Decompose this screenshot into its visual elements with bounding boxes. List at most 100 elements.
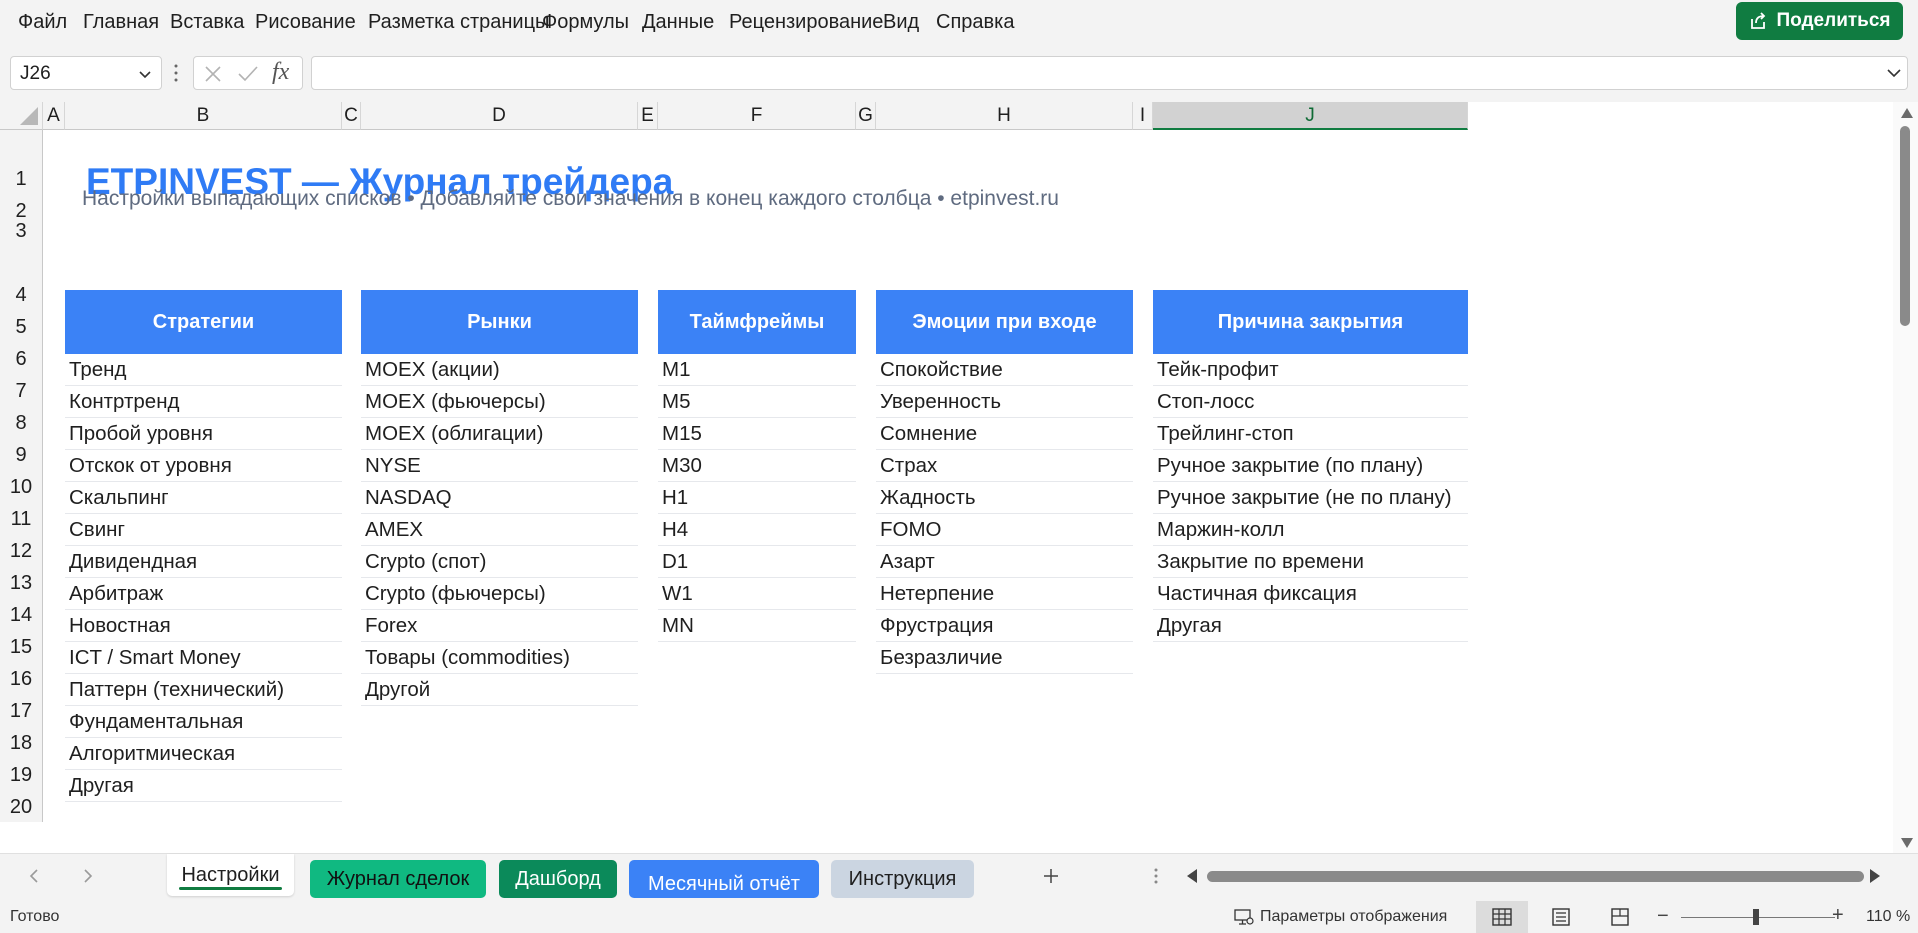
table-cell[interactable]: Арбитраж bbox=[65, 578, 342, 610]
select-all-corner[interactable] bbox=[0, 102, 43, 130]
menu-home[interactable]: Главная bbox=[83, 10, 159, 34]
check-icon[interactable] bbox=[236, 63, 260, 85]
next-sheet-icon[interactable] bbox=[78, 866, 98, 886]
table-cell[interactable]: MOEX (фьючерсы) bbox=[361, 386, 638, 418]
table-cell[interactable]: Страх bbox=[876, 450, 1133, 482]
table-cell[interactable]: Маржин-колл bbox=[1153, 514, 1468, 546]
column-header-g[interactable]: G bbox=[856, 102, 876, 130]
menu-help[interactable]: Справка bbox=[936, 10, 1014, 34]
page-layout-view-button[interactable] bbox=[1535, 901, 1587, 933]
table-header[interactable]: Стратегии bbox=[65, 290, 342, 354]
table-cell[interactable]: Фрустрация bbox=[876, 610, 1133, 642]
row-header[interactable]: 11 bbox=[0, 502, 43, 534]
table-cell[interactable]: Пробой уровня bbox=[65, 418, 342, 450]
row-header[interactable]: 3 bbox=[0, 220, 43, 246]
table-cell[interactable]: Спокойствие bbox=[876, 354, 1133, 386]
zoom-slider-thumb[interactable] bbox=[1753, 909, 1759, 925]
menu-data[interactable]: Данные bbox=[642, 10, 714, 34]
menu-view[interactable]: Вид bbox=[883, 10, 919, 34]
row-header[interactable]: 14 bbox=[0, 598, 43, 630]
table-cell[interactable]: Отскок от уровня bbox=[65, 450, 342, 482]
table-cell[interactable]: Контртренд bbox=[65, 386, 342, 418]
table-cell[interactable]: Тейк-профит bbox=[1153, 354, 1468, 386]
horizontal-scroll-thumb[interactable] bbox=[1207, 871, 1864, 882]
menu-draw[interactable]: Рисование bbox=[255, 10, 356, 34]
menu-page-layout[interactable]: Разметка страницы bbox=[368, 10, 549, 34]
row-header[interactable]: 6 bbox=[0, 342, 43, 374]
add-sheet-icon[interactable] bbox=[1041, 866, 1061, 886]
table-cell[interactable]: Другой bbox=[361, 674, 638, 706]
tab-trade-journal[interactable]: Журнал сделок bbox=[310, 860, 486, 898]
table-cell[interactable]: Частичная фиксация bbox=[1153, 578, 1468, 610]
tab-monthly-report[interactable]: Месячный отчёт bbox=[629, 860, 819, 898]
vertical-scrollbar[interactable] bbox=[1893, 102, 1918, 853]
table-cell[interactable]: Безразличие bbox=[876, 642, 1133, 674]
table-cell[interactable]: H4 bbox=[658, 514, 856, 546]
table-cell[interactable]: Сомнение bbox=[876, 418, 1133, 450]
menu-file[interactable]: Файл bbox=[18, 10, 67, 34]
menu-formulas[interactable]: Формулы bbox=[542, 10, 629, 34]
row-header[interactable]: 20 bbox=[0, 790, 43, 822]
table-cell[interactable]: NASDAQ bbox=[361, 482, 638, 514]
table-cell[interactable]: Другая bbox=[65, 770, 342, 802]
row-header[interactable]: 12 bbox=[0, 534, 43, 566]
row-header[interactable]: 18 bbox=[0, 726, 43, 758]
table-cell[interactable]: Алгоритмическая bbox=[65, 738, 342, 770]
table-header[interactable]: Рынки bbox=[361, 290, 638, 354]
table-cell[interactable]: Ручное закрытие (по плану) bbox=[1153, 450, 1468, 482]
row-header[interactable]: 5 bbox=[0, 310, 43, 342]
table-cell[interactable]: Свинг bbox=[65, 514, 342, 546]
table-cell[interactable]: Паттерн (технический) bbox=[65, 674, 342, 706]
menu-review[interactable]: Рецензирование bbox=[729, 10, 883, 34]
column-header-b[interactable]: B bbox=[65, 102, 342, 130]
table-cell[interactable]: Фундаментальная bbox=[65, 706, 342, 738]
table-cell[interactable]: M30 bbox=[658, 450, 856, 482]
table-cell[interactable]: Жадность bbox=[876, 482, 1133, 514]
column-header-a[interactable]: A bbox=[43, 102, 65, 130]
page-break-view-button[interactable] bbox=[1594, 901, 1646, 933]
row-header[interactable]: 4 bbox=[0, 246, 43, 310]
display-settings-button[interactable]: Параметры отображения bbox=[1234, 907, 1447, 927]
scroll-down-icon[interactable] bbox=[1901, 838, 1913, 848]
insert-function-icon[interactable]: fx bbox=[272, 59, 289, 86]
row-header[interactable]: 19 bbox=[0, 758, 43, 790]
row-header[interactable]: 7 bbox=[0, 374, 43, 406]
table-cell[interactable]: Трейлинг-стоп bbox=[1153, 418, 1468, 450]
row-header[interactable]: 9 bbox=[0, 438, 43, 470]
page-subtitle[interactable]: Настройки выпадающих списков • Добавляйт… bbox=[82, 187, 1059, 211]
table-header[interactable]: Причина закрытия bbox=[1153, 290, 1468, 354]
table-cell[interactable]: W1 bbox=[658, 578, 856, 610]
table-cell[interactable]: Скальпинг bbox=[65, 482, 342, 514]
row-header[interactable]: 16 bbox=[0, 662, 43, 694]
table-cell[interactable]: Crypto (фьючерсы) bbox=[361, 578, 638, 610]
column-header-j[interactable]: J bbox=[1153, 102, 1468, 130]
table-cell[interactable]: D1 bbox=[658, 546, 856, 578]
row-header[interactable]: 8 bbox=[0, 406, 43, 438]
table-header[interactable]: Таймфреймы bbox=[658, 290, 856, 354]
tab-instructions[interactable]: Инструкция bbox=[831, 860, 974, 898]
table-cell[interactable]: Нетерпение bbox=[876, 578, 1133, 610]
name-box[interactable]: J26 bbox=[10, 56, 162, 90]
scroll-left-icon[interactable] bbox=[1187, 869, 1197, 883]
share-button[interactable]: Поделиться bbox=[1736, 2, 1903, 40]
column-header-e[interactable]: E bbox=[638, 102, 658, 130]
table-cell[interactable]: Forex bbox=[361, 610, 638, 642]
tab-dashboard[interactable]: Дашборд bbox=[499, 860, 617, 898]
formula-input[interactable] bbox=[311, 56, 1908, 90]
row-header[interactable]: 1 bbox=[0, 130, 43, 194]
table-cell[interactable]: Дивидендная bbox=[65, 546, 342, 578]
zoom-level[interactable]: 110 % bbox=[1866, 908, 1910, 926]
table-cell[interactable]: M1 bbox=[658, 354, 856, 386]
table-cell[interactable]: NYSE bbox=[361, 450, 638, 482]
table-header[interactable]: Эмоции при входе bbox=[876, 290, 1133, 354]
column-header-i[interactable]: I bbox=[1133, 102, 1153, 130]
spreadsheet-grid[interactable]: A B C D E F G H I J 1 2 3 4 5 6 7 8 9 10 11 12 13 14 1… bbox=[0, 102, 1918, 853]
scroll-right-icon[interactable] bbox=[1870, 869, 1880, 883]
table-cell[interactable]: MN bbox=[658, 610, 856, 642]
table-cell[interactable]: Новостная bbox=[65, 610, 342, 642]
table-cell[interactable]: Товары (commodities) bbox=[361, 642, 638, 674]
table-cell[interactable]: Стоп-лосс bbox=[1153, 386, 1468, 418]
table-cell[interactable]: Ручное закрытие (не по плану) bbox=[1153, 482, 1468, 514]
normal-view-button[interactable] bbox=[1476, 901, 1528, 933]
row-header[interactable]: 13 bbox=[0, 566, 43, 598]
